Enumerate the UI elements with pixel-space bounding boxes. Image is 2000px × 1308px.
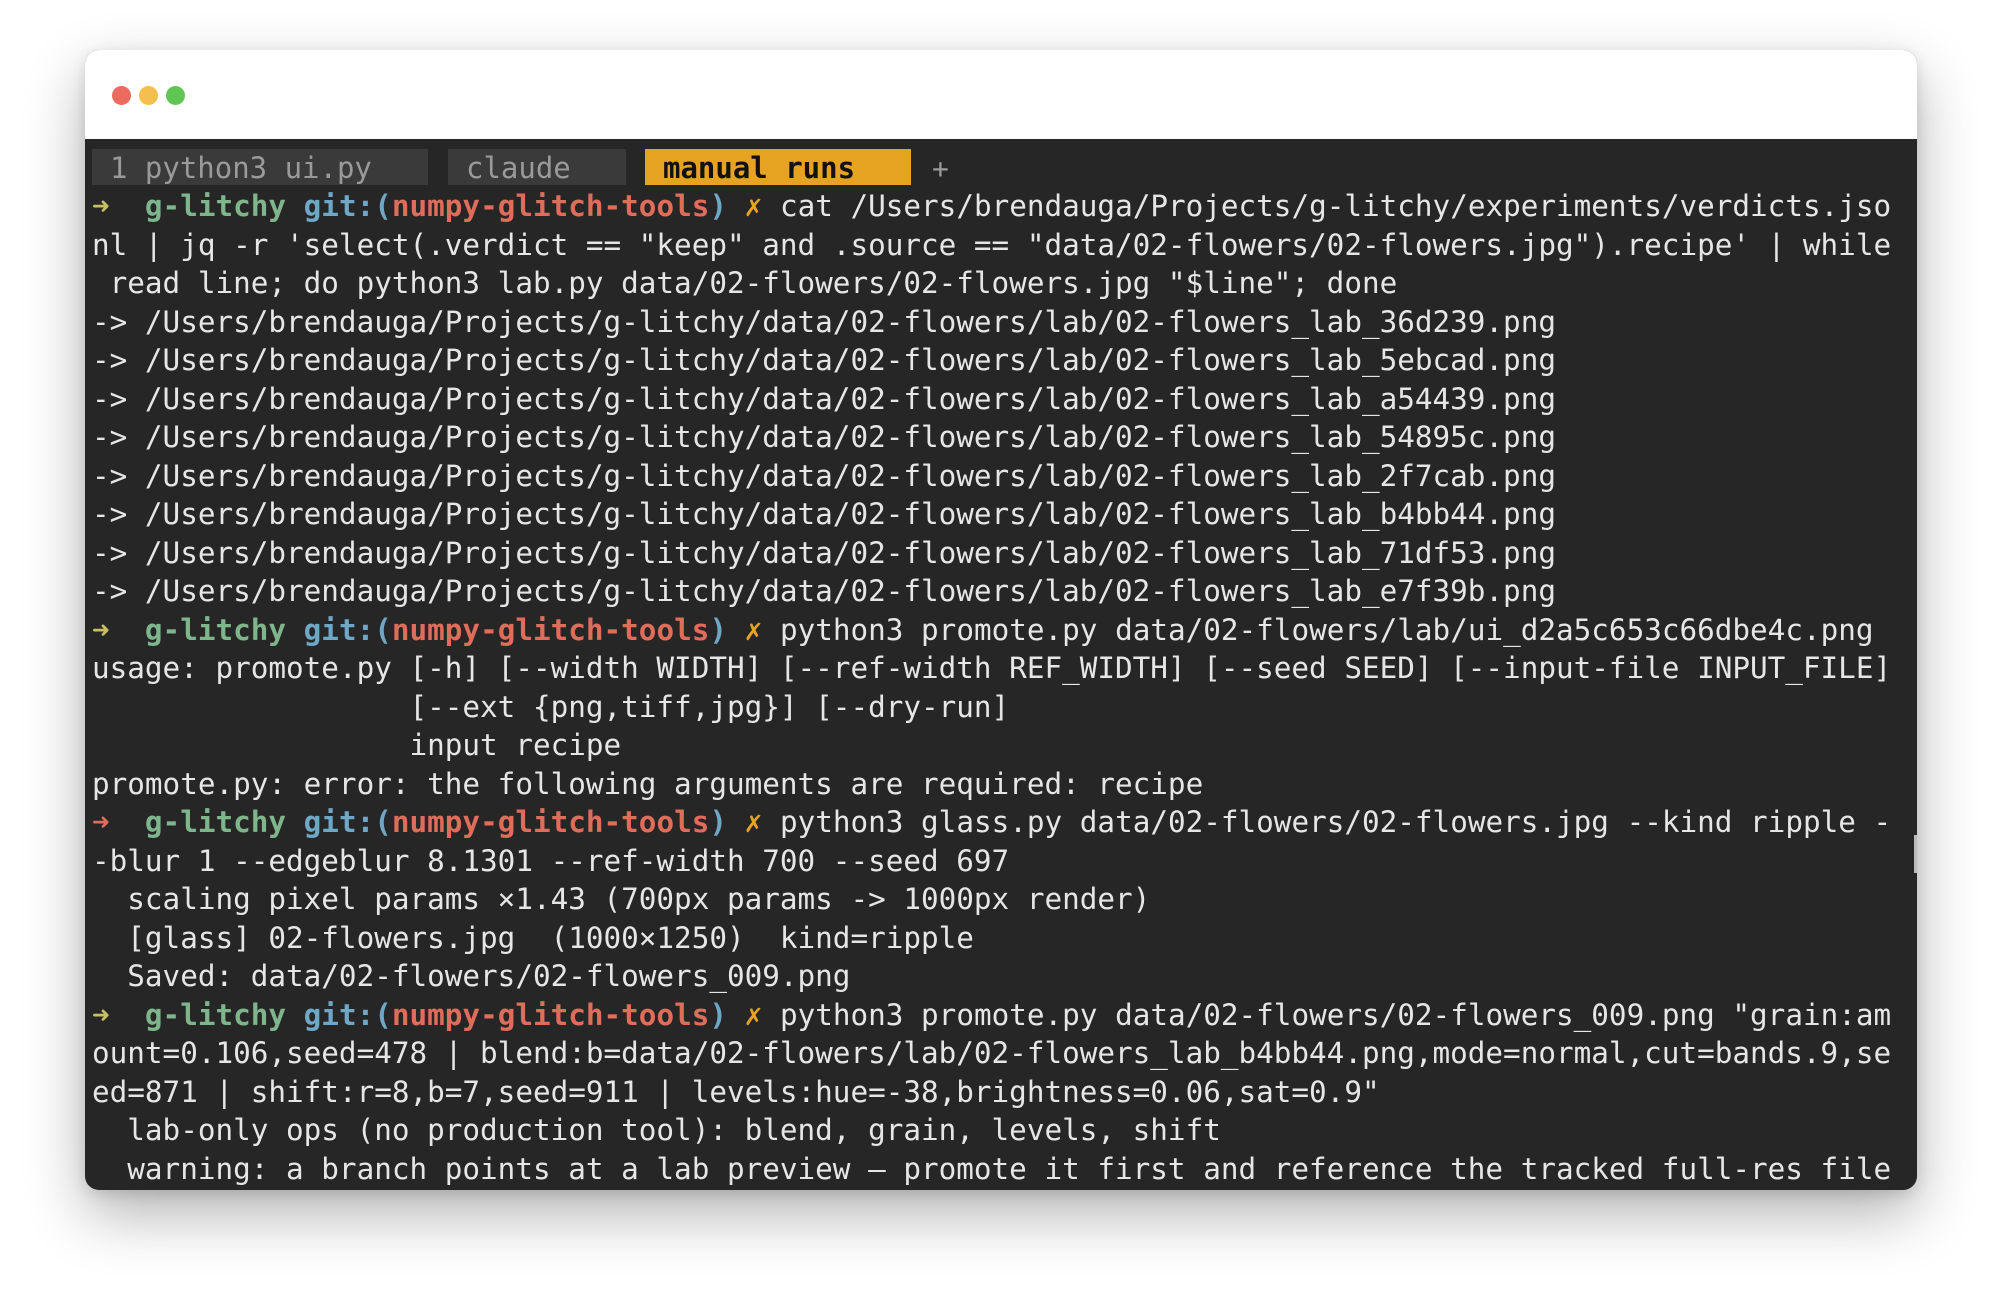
prompt-git-prefix: git:( — [303, 805, 392, 839]
output-line: -> /Users/brendauga/Projects/g-litchy/da… — [92, 574, 1556, 608]
prompt-git-prefix: git:( — [303, 189, 392, 223]
minimize-button[interactable] — [139, 86, 158, 105]
output-line: read line; do python3 lab.py data/02-flo… — [92, 266, 1398, 300]
output-line: -> /Users/brendauga/Projects/g-litchy/da… — [92, 497, 1556, 531]
command-text: python3 glass.py data/02-flowers/02-flow… — [779, 805, 1892, 839]
prompt-git-prefix: git:( — [303, 612, 392, 647]
prompt-host: g-litchy — [144, 189, 287, 223]
prompt-line: ➜ g-litchy git:(numpy-glitch-tools) ✗ py… — [92, 996, 1912, 1035]
prompt-arrow-icon: ➜ — [92, 189, 145, 223]
prompt-git-suffix: ) — [709, 805, 728, 839]
output-line: [glass] 02-flowers.jpg (1000×1250) kind=… — [92, 920, 974, 955]
scrollbar-thumb[interactable] — [1914, 835, 1917, 873]
terminal-output[interactable]: ➜ g-litchy git:(numpy-glitch-tools) ✗ ca… — [92, 187, 1912, 1187]
output-line: -> /Users/brendauga/Projects/g-litchy/da… — [92, 535, 1556, 570]
tab-manual-runs[interactable]: manual runs — [645, 149, 911, 185]
prompt-git-suffix: ) — [709, 189, 728, 223]
tab-bar: 1 python3 ui.py claude manual runs + — [92, 149, 1912, 185]
prompt-line: ➜ g-litchy git:(numpy-glitch-tools) ✗ py… — [92, 611, 1912, 650]
output-line: -> /Users/brendauga/Projects/g-litchy/da… — [92, 458, 1556, 493]
output-line: lab-only ops (no production tool): blend… — [92, 1113, 1221, 1147]
output-line: -> /Users/brendauga/Projects/g-litchy/da… — [92, 381, 1556, 416]
dirty-mark-icon: ✗ — [744, 997, 763, 1032]
prompt-arrow-icon: ➜ — [92, 612, 145, 647]
prompt-git-prefix: git:( — [303, 997, 392, 1032]
prompt-line: ➜ g-litchy git:(numpy-glitch-tools) ✗ ca… — [92, 187, 1912, 226]
prompt-branch: numpy-glitch-tools — [391, 189, 710, 223]
command-text: cat /Users/brendauga/Projects/g-litchy/e… — [779, 189, 1892, 223]
output-line: usage: promote.py [-h] [--width WIDTH] [… — [92, 651, 1892, 685]
output-line: ed=871 | shift:r=8,b=7,seed=911 | levels… — [92, 1074, 1380, 1109]
terminal-window: 1 python3 ui.py claude manual runs + ➜ g… — [85, 50, 1917, 1190]
prompt-git-suffix: ) — [709, 612, 728, 647]
tab-claude[interactable]: claude — [448, 149, 626, 185]
title-bar[interactable] — [85, 50, 1917, 139]
maximize-button[interactable] — [166, 86, 185, 105]
output-line: input recipe — [92, 728, 622, 762]
output-line: promote.py: error: the following argumen… — [92, 766, 1204, 801]
output-line: [--ext {png,tiff,jpg}] [--dry-run] — [92, 689, 1010, 724]
command-text: python3 promote.py data/02-flowers/02-fl… — [779, 997, 1892, 1032]
prompt-host: g-litchy — [144, 805, 287, 839]
dirty-mark-icon: ✗ — [744, 189, 763, 223]
prompt-line: ➜ g-litchy git:(numpy-glitch-tools) ✗ py… — [92, 803, 1912, 842]
output-line: warning: a branch points at a lab previe… — [92, 1151, 1892, 1186]
prompt-host: g-litchy — [144, 612, 287, 647]
prompt-branch: numpy-glitch-tools — [391, 612, 710, 647]
prompt-host: g-litchy — [144, 997, 287, 1032]
new-tab-button[interactable]: + — [932, 149, 949, 185]
output-line: -> /Users/brendauga/Projects/g-litchy/da… — [92, 304, 1556, 339]
prompt-branch: numpy-glitch-tools — [391, 997, 710, 1032]
output-line: ount=0.106,seed=478 | blend:b=data/02-fl… — [92, 1036, 1892, 1070]
prompt-git-suffix: ) — [709, 997, 728, 1032]
command-text: python3 promote.py data/02-flowers/lab/u… — [779, 612, 1874, 647]
output-line: -> /Users/brendauga/Projects/g-litchy/da… — [92, 420, 1556, 454]
close-button[interactable] — [112, 86, 131, 105]
prompt-arrow-icon: ➜ — [92, 805, 145, 839]
output-line: -> /Users/brendauga/Projects/g-litchy/da… — [92, 343, 1556, 377]
output-line: -blur 1 --edgeblur 8.1301 --ref-width 70… — [92, 843, 1010, 878]
output-line: Saved: data/02-flowers/02-flowers_009.pn… — [92, 959, 851, 993]
dirty-mark-icon: ✗ — [744, 612, 763, 647]
prompt-arrow-icon: ➜ — [92, 997, 145, 1032]
output-line: nl | jq -r 'select(.verdict == "keep" an… — [92, 227, 1892, 262]
dirty-mark-icon: ✗ — [744, 805, 763, 839]
tab-python3-ui[interactable]: 1 python3 ui.py — [92, 149, 428, 185]
output-line: scaling pixel params ×1.43 (700px params… — [92, 882, 1151, 916]
prompt-branch: numpy-glitch-tools — [391, 805, 710, 839]
